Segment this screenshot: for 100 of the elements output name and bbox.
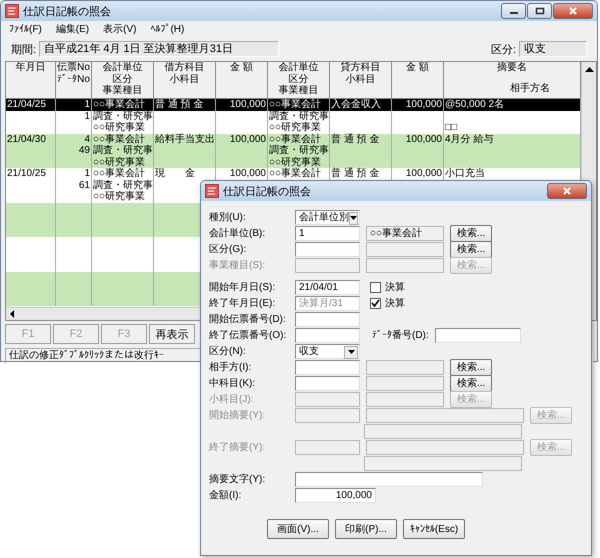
maximize-icon [534, 7, 544, 15]
table-cell: ○○事業会計 [93, 134, 146, 144]
field-label: 区分(N): [209, 345, 247, 358]
table-cell: □□ [445, 122, 458, 133]
table-cell: ○○研究事業 [93, 122, 146, 133]
category-label: 区分: [490, 42, 516, 56]
table-row[interactable]: 21/10/25 1 ○○事業会計 現 金 100,000 ○○事業会計 普 通 預 金 100,000 小口充当 [6, 168, 582, 180]
scroll-left-icon[interactable] [8, 310, 16, 318]
table-cell: ○○事業会計 [269, 99, 322, 110]
amount-field[interactable]: 100,000 [295, 488, 376, 502]
input-field[interactable] [295, 258, 360, 272]
input-field[interactable] [295, 312, 360, 326]
field-label: ﾃﾞｰﾀ番号(D): [372, 328, 429, 342]
input-field[interactable] [295, 242, 360, 256]
field-label: 開始摘要(Y): [209, 408, 266, 422]
field-label: 小科目(J): [209, 392, 254, 406]
table-cell: 1 [84, 168, 90, 179]
close-icon [562, 187, 572, 195]
field-label: 会計単位(B): [209, 226, 266, 240]
minimize-button[interactable] [501, 3, 526, 19]
table-cell: 調査・研究事 [93, 180, 153, 190]
input-field[interactable] [295, 360, 360, 374]
table-cell: 100,000 [230, 168, 266, 179]
input-field[interactable]: 1 [295, 226, 360, 240]
table-row[interactable]: ○○研究事業 ○○研究事業 [6, 156, 582, 168]
input-field[interactable] [295, 328, 360, 342]
table-cell: 調査・研究事 [93, 110, 153, 122]
input-field[interactable] [295, 376, 360, 390]
close-button[interactable] [547, 183, 587, 199]
menu-item[interactable]: ﾌｧｲﾙ(F) [9, 23, 42, 35]
search-button[interactable]: 検索... [450, 240, 492, 258]
search-button[interactable]: 検索... [450, 358, 492, 376]
dialog-button[interactable]: 画面(V)... [267, 519, 329, 539]
period-label: 期間: [11, 42, 36, 56]
table-cell: 小口充当 [445, 168, 485, 179]
table-cell: 100,000 [406, 134, 442, 144]
search-button[interactable]: 検索... [450, 374, 492, 392]
table-row[interactable]: 21/04/30 4 ○○事業会計 給料手当支出 100,000 ○○事業会計 普 通 預 金 100,000 4月分 給与 [6, 134, 582, 145]
field-label: 開始年月日(S): [209, 281, 276, 294]
checkbox[interactable] [370, 282, 381, 292]
table-cell: 100,000 [406, 99, 442, 110]
dropdown[interactable]: 収支 [295, 344, 360, 358]
field-label: 種別(U): [209, 211, 247, 224]
input-field[interactable] [295, 472, 483, 486]
menu-item[interactable]: 編集(E) [56, 22, 90, 36]
menu-item[interactable]: ﾍﾙﾌﾟ(H) [150, 23, 184, 35]
input-field[interactable] [295, 440, 360, 454]
field-label: 金額(I): [209, 488, 242, 502]
field-label: 終了年月日(E): [209, 297, 276, 310]
dialog-title: 仕訳日記帳の照会 [223, 184, 311, 198]
field-label: 終了伝票番号(O): [209, 328, 288, 342]
table-cell: 4月分 給与 [445, 134, 494, 144]
table-cell: 調査・研究事 [93, 145, 153, 156]
search-button[interactable]: 検索... [450, 224, 492, 242]
table-row[interactable]: ○○研究事業 ○○研究事業 □□ [6, 122, 582, 134]
dropdown-arrow-icon [348, 350, 354, 354]
app-icon [205, 184, 219, 198]
field-label: 中科目(K): [209, 376, 256, 390]
table-cell: ○○事業会計 [93, 99, 146, 110]
field-label: 事業種目(S): [209, 258, 266, 272]
table-cell: ○○研究事業 [93, 191, 146, 202]
field-label: 終了摘要(Y): [209, 440, 266, 454]
table-row[interactable]: 1 調査・研究事 調査・研究事 [6, 110, 582, 122]
input-field[interactable] [434, 328, 521, 342]
scroll-up-icon[interactable] [584, 66, 594, 74]
table-cell: ○○事業会計 [93, 168, 146, 179]
category-field: 収支 [519, 41, 587, 57]
dialog-button[interactable]: 印刷(P)... [335, 519, 397, 539]
table-row[interactable]: 49 調査・研究事 調査・研究事 [6, 145, 582, 156]
date-field[interactable]: 21/04/01 [295, 280, 360, 294]
table-cell: @50,000 2名 [445, 99, 504, 110]
column-header: 金 額 [216, 62, 268, 98]
dropdown[interactable]: 会計単位別 [295, 210, 360, 224]
table-cell: 100,000 [230, 134, 266, 144]
input-field[interactable] [295, 408, 360, 422]
table-cell: 給料手当支出 [155, 134, 215, 144]
table-cell: ○○研究事業 [93, 156, 146, 168]
column-header: 金 額 [392, 62, 444, 98]
column-header: 会計単位 区分 事業種目 [268, 62, 330, 98]
table-cell: 100,000 [406, 168, 442, 179]
table-cell: 1 [84, 110, 90, 122]
input-field[interactable] [295, 392, 360, 406]
checkbox-label: 決算 [385, 280, 405, 294]
function-button[interactable]: 再表示 [149, 324, 195, 344]
period-field: 自平成21年 4月 1日 至決算整理月31日 [39, 41, 280, 57]
dialog-button[interactable]: ｷｬﾝｾﾙ(Esc) [403, 519, 465, 539]
app-icon [5, 4, 19, 18]
checkbox-label: 決算 [385, 296, 405, 310]
close-button[interactable] [553, 3, 593, 19]
column-header: 伝票No ﾃﾞｰﾀNo [56, 62, 92, 98]
checkbox[interactable] [370, 298, 381, 308]
menu-item[interactable]: 表示(V) [103, 22, 136, 36]
table-cell: 普 通 預 金 [331, 134, 380, 144]
table-cell: 1 [84, 99, 90, 110]
table-cell: 調査・研究事 [269, 110, 329, 122]
table-cell: 100,000 [230, 99, 266, 110]
close-icon [568, 7, 578, 15]
maximize-button[interactable] [527, 3, 552, 19]
field-label: 摘要文字(Y): [209, 472, 266, 486]
date-field[interactable]: 決算月/31 [295, 296, 360, 310]
